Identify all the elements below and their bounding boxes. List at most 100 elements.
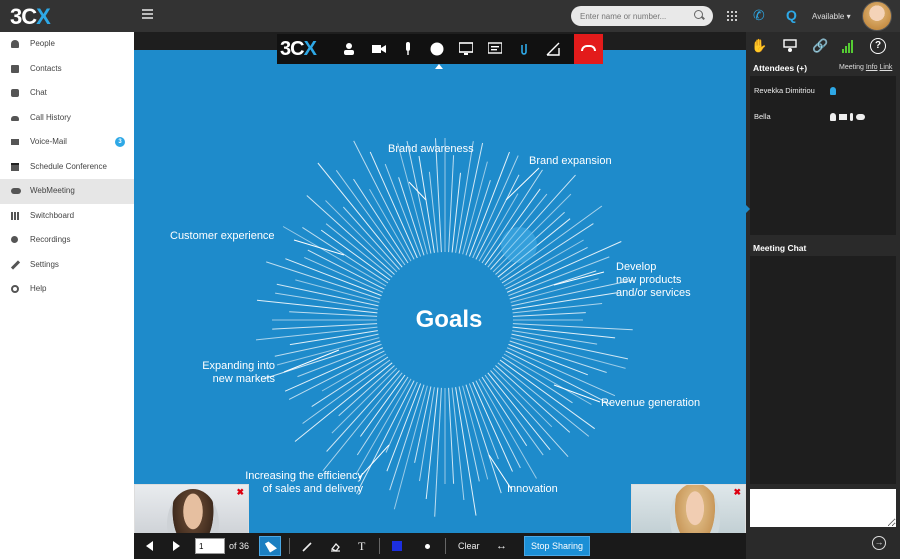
attendee-name: Bella: [754, 112, 771, 121]
pointer-tool-button[interactable]: [259, 536, 281, 556]
sidebar-item-recordings[interactable]: Recordings: [0, 228, 134, 253]
sidebar-item-people[interactable]: People: [0, 32, 134, 57]
meeting-chat-title: Meeting Chat: [753, 243, 807, 253]
user-avatar[interactable]: [862, 1, 892, 31]
record-icon[interactable]: [430, 42, 444, 56]
sidebar-item-contacts[interactable]: Contacts: [0, 57, 134, 82]
pen-tool-icon[interactable]: [302, 541, 313, 552]
burst-ray: [276, 283, 379, 307]
phone-icon[interactable]: ✆: [753, 7, 765, 24]
attendee-row[interactable]: Bella: [754, 112, 771, 121]
next-slide-button[interactable]: [173, 541, 180, 551]
microphone-icon[interactable]: [401, 42, 415, 56]
clear-button[interactable]: Clear: [458, 533, 480, 559]
stroke-size-button[interactable]: [425, 544, 430, 549]
burst-ray: [448, 387, 455, 484]
send-icon[interactable]: →: [872, 536, 886, 550]
burst-ray: [275, 292, 378, 310]
burst-ray: [512, 326, 616, 339]
meeting-info-link[interactable]: Info: [866, 64, 878, 71]
help-icon[interactable]: ?: [870, 38, 886, 54]
microphone-icon[interactable]: [850, 112, 853, 121]
hamburger-menu-icon[interactable]: [142, 9, 153, 19]
hangup-button[interactable]: [574, 34, 603, 64]
search-icon[interactable]: [694, 10, 703, 19]
presenter-icon[interactable]: [782, 38, 798, 54]
burst-ray: [508, 343, 588, 376]
meeting-toolbar: 3CX: [277, 34, 603, 69]
meeting-side-panel: ✋ 🔗 ? Attendees (+) Meeting Info Link Re…: [746, 32, 900, 559]
sidebar-item-label: Voice-Mail: [30, 137, 67, 146]
slide-label-revenue: Revenue generation: [601, 397, 701, 409]
burst-ray: [478, 378, 537, 479]
sidebar-item-schedule-conference[interactable]: Schedule Conference: [0, 155, 134, 180]
sidebar-item-label: Contacts: [30, 63, 62, 73]
raise-hand-icon[interactable]: ✋: [751, 38, 767, 54]
burst-ray: [451, 172, 461, 253]
meeting-stage: Goals Brand awareness Brand expansion Cu…: [134, 32, 746, 559]
burst-ray: [331, 367, 398, 434]
close-icon[interactable]: ✖: [236, 487, 244, 498]
toolbar-divider: [379, 538, 380, 554]
burst-ray: [490, 370, 569, 458]
camera-icon[interactable]: [372, 42, 386, 56]
burst-ray: [289, 330, 378, 346]
attendees-title[interactable]: Attendees (+): [753, 63, 807, 73]
eraser-tool-icon[interactable]: [330, 541, 341, 552]
camera-icon[interactable]: [839, 113, 847, 120]
burst-ray: [294, 362, 393, 442]
color-picker-button[interactable]: [392, 541, 402, 551]
dialpad-grid-icon[interactable]: [727, 11, 737, 21]
link-icon[interactable]: 🔗: [812, 38, 828, 54]
presentation-icon[interactable]: [488, 42, 502, 56]
burst-ray: [510, 337, 626, 369]
chat-icon[interactable]: [856, 113, 865, 120]
whiteboard-off-icon[interactable]: [546, 42, 560, 56]
app-logo[interactable]: 3CX: [10, 4, 51, 30]
previous-slide-button[interactable]: [146, 541, 153, 551]
person-icon[interactable]: [830, 112, 836, 121]
sidebar-item-switchboard[interactable]: Switchboard: [0, 204, 134, 229]
attendee-row[interactable]: Revekka Dimitriou: [754, 86, 815, 95]
text-tool-icon[interactable]: T: [358, 533, 365, 559]
stop-sharing-button[interactable]: Stop Sharing: [524, 536, 590, 556]
sidebar-item-chat[interactable]: Chat: [0, 81, 134, 106]
sidebar-item-voicemail[interactable]: Voice-Mail 3: [0, 130, 134, 155]
chat-icon: [11, 89, 19, 97]
page-number-input[interactable]: [195, 538, 225, 554]
sidebar-item-webmeeting[interactable]: WebMeeting: [0, 179, 134, 204]
search-input[interactable]: [571, 6, 713, 26]
meeting-link-link[interactable]: Link: [880, 64, 893, 71]
sidebar-item-settings[interactable]: Settings: [0, 253, 134, 278]
burst-ray: [397, 143, 428, 255]
queue-icon[interactable]: Q: [786, 7, 797, 23]
page-count-label: of 36: [229, 541, 250, 551]
meeting-label: Meeting: [839, 64, 864, 71]
sidebar-item-label: WebMeeting: [30, 186, 75, 195]
sidebar-item-help[interactable]: Help: [0, 277, 134, 302]
sidebar-item-call-history[interactable]: Call History: [0, 106, 134, 131]
burst-ray: [302, 226, 389, 284]
burst-ray: [322, 372, 403, 472]
participant-video-right[interactable]: ✖: [631, 484, 746, 533]
screen-share-icon[interactable]: [459, 42, 473, 56]
burst-ray: [512, 312, 586, 317]
participant-video-left[interactable]: ✖: [134, 484, 249, 533]
burst-ray: [497, 362, 590, 437]
burst-ray: [326, 370, 400, 452]
status-dropdown[interactable]: Available ▾: [812, 12, 851, 21]
attachment-icon[interactable]: [517, 42, 531, 56]
burst-ray: [506, 347, 616, 397]
top-bar: 3CX ✆ Q Available ▾: [0, 0, 900, 32]
shared-slide[interactable]: Goals Brand awareness Brand expansion Cu…: [134, 50, 746, 533]
close-icon[interactable]: ✖: [733, 487, 741, 498]
participants-icon[interactable]: [343, 42, 357, 56]
slide-label-expanding: Expanding into new markets: [202, 360, 275, 385]
chat-message-input[interactable]: [750, 489, 896, 527]
hangup-icon: [581, 45, 596, 51]
meeting-chat-messages[interactable]: [750, 256, 896, 484]
meeting-info-links: Meeting Info Link: [839, 64, 892, 71]
burst-ray: [418, 155, 435, 253]
swap-arrows-icon[interactable]: ↔: [496, 533, 507, 559]
person-icon: [11, 40, 19, 48]
